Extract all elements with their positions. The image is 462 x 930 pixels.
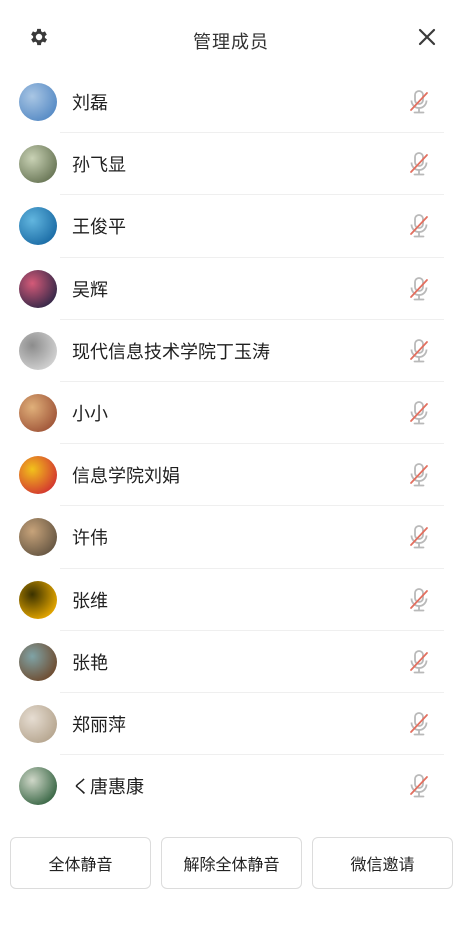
avatar (19, 456, 57, 495)
member-row[interactable]: く唐惠康 (0, 755, 462, 817)
member-name: 郑丽萍 (72, 714, 126, 736)
mic-toggle-button[interactable] (406, 276, 432, 302)
avatar (19, 145, 57, 184)
unmute-all-button[interactable]: 解除全体静音 (161, 837, 302, 889)
mic-toggle-button[interactable] (406, 649, 432, 675)
mic-toggle-button[interactable] (406, 151, 432, 177)
avatar (19, 331, 57, 370)
member-row[interactable]: 张艳 (0, 631, 462, 694)
mic-muted-icon (410, 152, 428, 176)
avatar (19, 767, 57, 806)
member-row[interactable]: 刘磊 (0, 71, 462, 134)
member-row[interactable]: 郑丽萍 (0, 693, 462, 756)
avatar (19, 269, 57, 308)
mic-toggle-button[interactable] (406, 213, 432, 239)
member-name: 张艳 (72, 652, 108, 674)
member-row[interactable]: 王俊平 (0, 195, 462, 258)
avatar (19, 207, 57, 246)
avatar (19, 83, 57, 122)
page-title: 管理成员 (193, 32, 269, 53)
avatar (19, 642, 57, 681)
mic-toggle-button[interactable] (406, 524, 432, 550)
mic-muted-icon (410, 712, 428, 736)
manage-members-screen: 管理成员 刘磊孙飞显王俊平吴辉现代信息技术学院丁玉涛 小小信息学院刘娟 许伟张维张艳… (0, 0, 462, 930)
mic-muted-icon (410, 401, 428, 425)
close-icon (418, 28, 436, 46)
mic-toggle-button[interactable] (406, 400, 432, 426)
mic-muted-icon (410, 276, 428, 301)
avatar (19, 580, 57, 619)
member-row[interactable]: 信息学院刘娟 (0, 444, 462, 507)
member-name: 小小 (72, 404, 108, 426)
member-name: く唐惠康 (72, 777, 144, 799)
mic-muted-icon (410, 649, 428, 674)
mic-muted-icon (410, 463, 428, 487)
avatar (19, 518, 57, 557)
member-name: 刘磊 (72, 93, 108, 115)
member-row[interactable]: 张维 (0, 569, 462, 631)
mic-muted-icon (410, 90, 428, 114)
mic-toggle-button[interactable] (406, 338, 432, 364)
mic-toggle-button[interactable] (406, 462, 432, 488)
mic-muted-icon (410, 774, 428, 798)
wechat-invite-button[interactable]: 微信邀请 (312, 837, 453, 889)
member-name: 许伟 (72, 528, 108, 550)
mic-muted-icon (410, 214, 428, 238)
member-name: 孙飞显 (72, 155, 126, 177)
close-button[interactable] (414, 24, 440, 50)
avatar (19, 394, 57, 433)
member-name: 现代信息技术学院丁玉涛 (72, 341, 270, 363)
member-row[interactable]: 吴辉 (0, 258, 462, 320)
mic-muted-icon (410, 587, 428, 611)
mic-toggle-button[interactable] (406, 587, 432, 613)
mic-muted-icon (410, 338, 428, 363)
action-bar: 全体静音 解除全体静音 微信邀请 (10, 837, 453, 889)
member-name: 吴辉 (72, 279, 108, 301)
header: 管理成员 (0, 0, 462, 76)
member-row[interactable]: 现代信息技术学院丁玉涛 (0, 320, 462, 383)
member-name: 王俊平 (72, 217, 126, 239)
mic-muted-icon (410, 525, 428, 549)
member-list: 刘磊孙飞显王俊平吴辉现代信息技术学院丁玉涛 小小信息学院刘娟 许伟张维张艳郑丽萍く唐… (0, 71, 462, 817)
mic-toggle-button[interactable] (406, 773, 432, 799)
avatar (19, 704, 57, 743)
member-row[interactable]: 孙飞显 (0, 133, 462, 196)
member-name: 张维 (72, 590, 108, 612)
member-name: 信息学院刘娟 (72, 466, 180, 488)
mute-all-button[interactable]: 全体静音 (10, 837, 151, 889)
member-row[interactable]: 小小 (0, 382, 462, 445)
mic-toggle-button[interactable] (406, 89, 432, 115)
member-row[interactable]: 许伟 (0, 506, 462, 569)
mic-toggle-button[interactable] (406, 711, 432, 737)
